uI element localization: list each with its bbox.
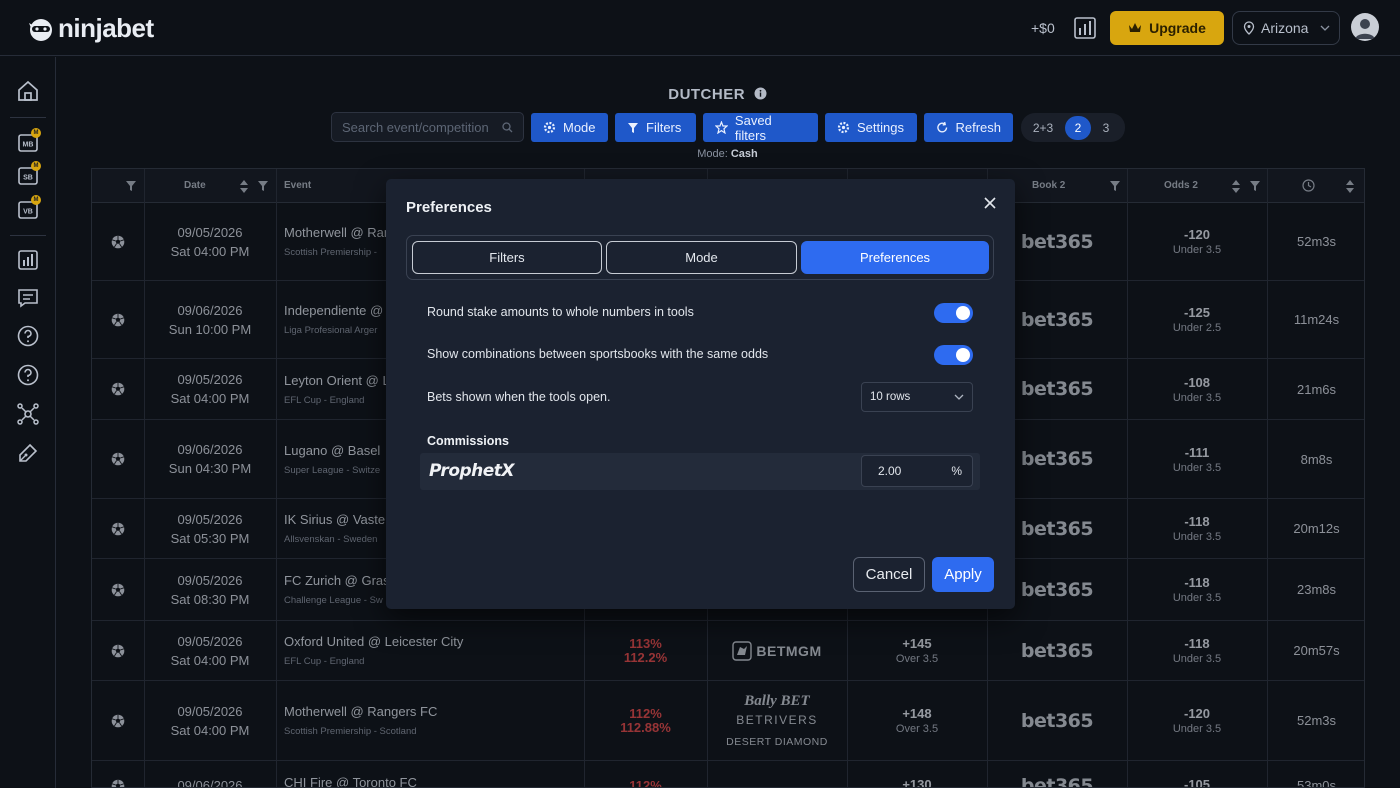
- search-placeholder: Search event/competition: [342, 119, 489, 135]
- tab-filters[interactable]: Filters: [412, 241, 602, 274]
- same-odds-label: Show combinations between sportsbooks wi…: [427, 347, 769, 361]
- commissions-title: Commissions: [427, 434, 509, 448]
- help-icon[interactable]: [16, 324, 40, 348]
- ninja-mask-icon: [29, 18, 52, 41]
- network-icon[interactable]: [16, 402, 40, 426]
- same-odds-toggle[interactable]: [934, 345, 973, 365]
- commission-input[interactable]: 2.00 %: [861, 455, 973, 487]
- filter-icon: [628, 122, 638, 133]
- apply-button[interactable]: Apply: [932, 557, 994, 592]
- round-stake-label: Round stake amounts to whole numbers in …: [427, 305, 694, 319]
- upgrade-label: Upgrade: [1149, 20, 1206, 36]
- pro-badge: M: [31, 195, 41, 205]
- logo-text: ninjabet: [58, 13, 154, 43]
- chevron-down-icon: [1321, 25, 1330, 31]
- upgrade-button[interactable]: Upgrade: [1110, 11, 1224, 45]
- close-icon[interactable]: [982, 195, 998, 211]
- leg-count-segmented: 2+3 2 3: [1021, 113, 1125, 142]
- segment-2[interactable]: 2: [1065, 115, 1091, 140]
- saved-filters-label: Saved filters: [734, 112, 772, 143]
- top-bar: ninjabet +$0 Upgrade Arizona: [0, 0, 1400, 56]
- cancel-button[interactable]: Cancel: [853, 557, 925, 592]
- sidebar-divider: [10, 235, 46, 236]
- stats-chart-icon[interactable]: [1072, 15, 1098, 41]
- modal-tabs: Filters Mode Preferences: [406, 235, 994, 280]
- commission-unit: %: [951, 464, 962, 478]
- rows-shown-value: 10 rows: [870, 391, 911, 403]
- pen-icon[interactable]: [16, 441, 40, 465]
- svg-text:SB: SB: [23, 175, 33, 182]
- search-input[interactable]: Search event/competition: [331, 112, 524, 142]
- chat-icon[interactable]: [16, 286, 40, 310]
- round-stake-toggle[interactable]: [934, 303, 973, 323]
- commission-value: 2.00: [878, 464, 902, 478]
- mode-button-label: Mode: [563, 120, 596, 135]
- sidebar: MB M SB M VB M: [0, 57, 56, 788]
- user-icon: [1355, 19, 1375, 39]
- logo[interactable]: ninjabet: [26, 13, 154, 44]
- refresh-icon: [937, 121, 948, 133]
- chart-icon[interactable]: [16, 248, 40, 272]
- settings-button-label: Settings: [857, 120, 904, 135]
- preferences-modal: Preferences Filters Mode Preferences Rou…: [386, 179, 1015, 609]
- gear-icon: [837, 121, 850, 134]
- segment-2-3[interactable]: 2+3: [1021, 121, 1065, 135]
- settings-button[interactable]: Settings: [825, 113, 917, 142]
- sidebar-item-vb[interactable]: VB M: [16, 195, 41, 222]
- location-select[interactable]: Arizona: [1232, 11, 1340, 45]
- star-icon: [715, 121, 728, 134]
- prophetx-logo: ProphetX: [429, 461, 515, 481]
- svg-text:VB: VB: [23, 209, 33, 216]
- info-icon[interactable]: [754, 87, 767, 100]
- page-title: DUTCHER: [0, 86, 1400, 103]
- pro-badge: M: [31, 161, 41, 171]
- rows-shown-label: Bets shown when the tools open.: [427, 390, 611, 404]
- sidebar-item-sb[interactable]: SB M: [16, 161, 41, 188]
- filters-button[interactable]: Filters: [615, 113, 696, 142]
- avatar[interactable]: [1351, 13, 1379, 41]
- page-title-text: DUTCHER: [668, 86, 746, 103]
- location-pin-icon: [1243, 21, 1255, 35]
- location-label: Arizona: [1261, 20, 1309, 36]
- refresh-button-label: Refresh: [955, 120, 1001, 135]
- sidebar-divider: [10, 117, 46, 118]
- balance[interactable]: +$0: [1031, 20, 1055, 36]
- chevron-down-icon: [954, 394, 964, 400]
- pro-badge: M: [31, 128, 41, 138]
- tab-preferences[interactable]: Preferences: [801, 241, 989, 274]
- gear-icon: [543, 121, 556, 134]
- saved-filters-button[interactable]: Saved filters: [703, 112, 818, 143]
- refresh-button[interactable]: Refresh: [924, 113, 1013, 142]
- search-icon: [502, 121, 513, 132]
- mode-button[interactable]: Mode: [531, 113, 608, 142]
- crown-icon: [1129, 23, 1142, 32]
- commission-row: ProphetX 2.00 %: [420, 453, 980, 490]
- modal-title: Preferences: [406, 199, 492, 216]
- mode-indicator-label: Mode:: [697, 148, 728, 160]
- filters-button-label: Filters: [646, 120, 682, 135]
- segment-3[interactable]: 3: [1091, 121, 1121, 135]
- rows-shown-select[interactable]: 10 rows: [861, 382, 973, 412]
- help-icon[interactable]: [16, 363, 40, 387]
- mode-indicator: Mode: Cash: [0, 148, 1400, 160]
- mode-indicator-value: Cash: [730, 148, 758, 160]
- tab-mode[interactable]: Mode: [606, 241, 797, 274]
